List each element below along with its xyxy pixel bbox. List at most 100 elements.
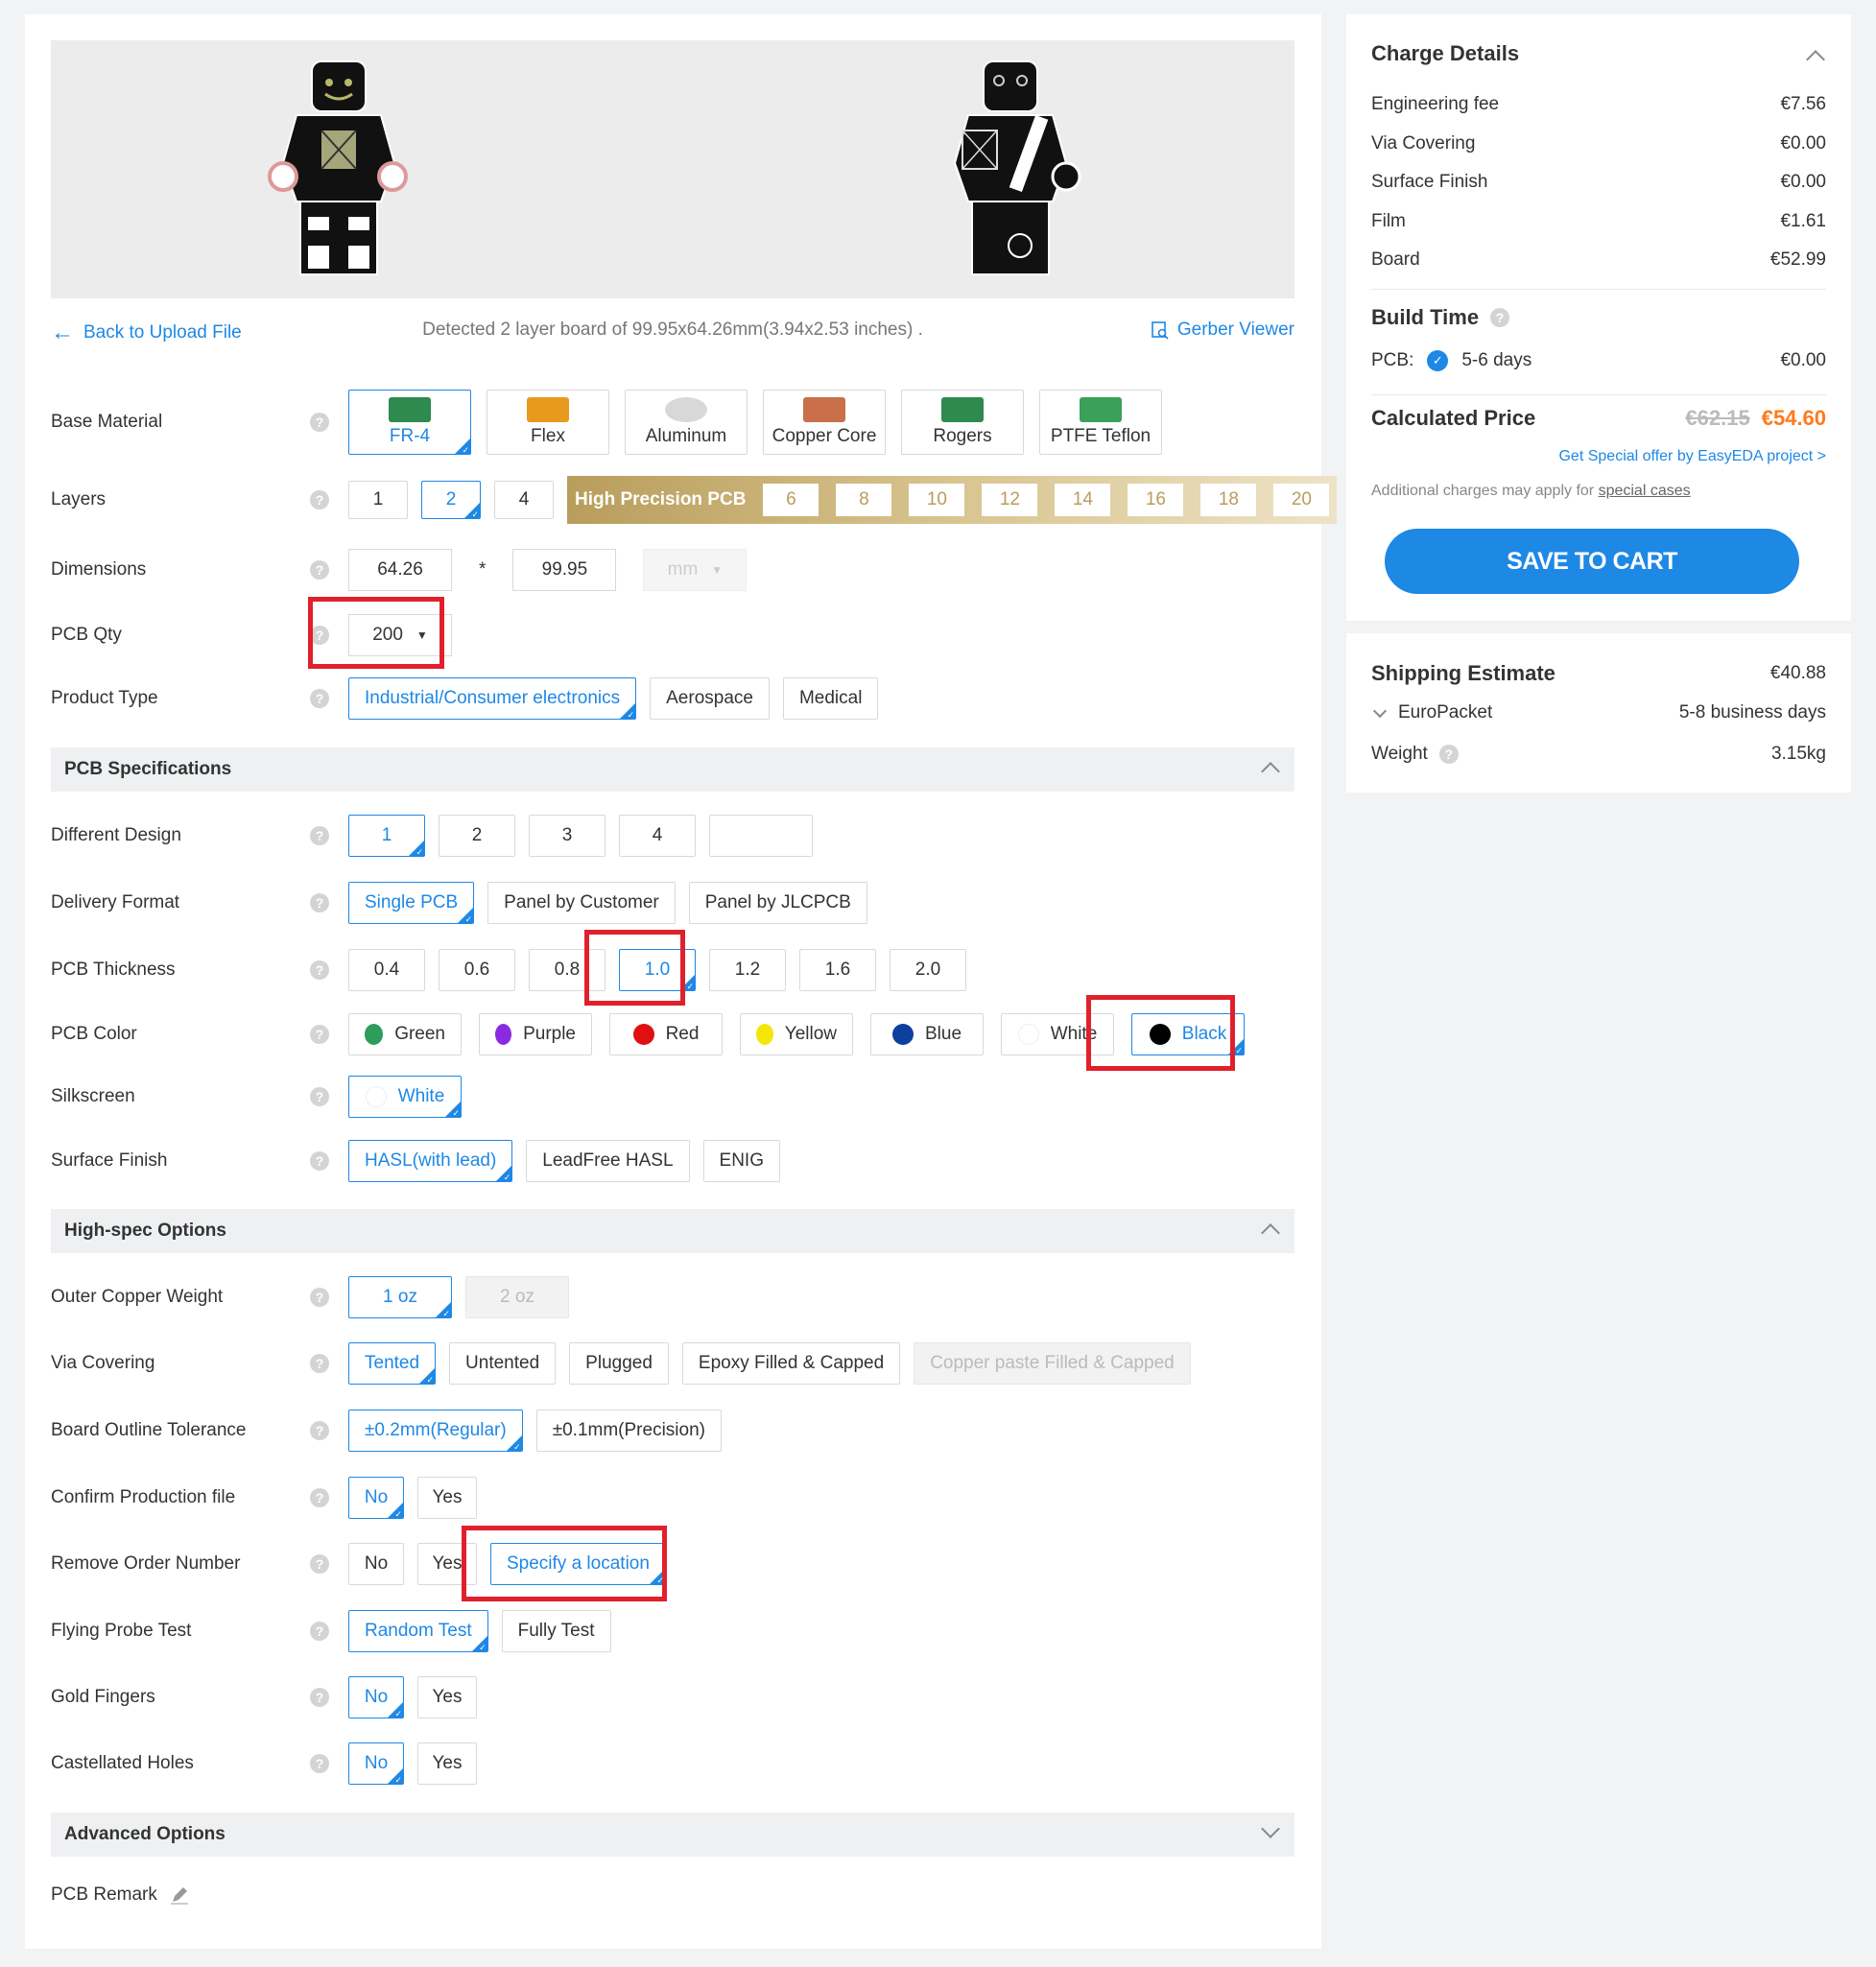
unit-select[interactable]: mm ▼ xyxy=(643,549,748,591)
thickness-0-8[interactable]: 0.8 xyxy=(529,949,606,991)
help-icon[interactable]: ? xyxy=(1490,308,1510,327)
help-icon[interactable]: ? xyxy=(310,960,329,980)
help-icon[interactable]: ? xyxy=(310,1488,329,1507)
help-icon[interactable]: ? xyxy=(310,1688,329,1707)
design-option-3[interactable]: 3 xyxy=(529,815,606,857)
color-yellow[interactable]: Yellow xyxy=(740,1013,853,1055)
thickness-0-4[interactable]: 0.4 xyxy=(348,949,425,991)
help-icon[interactable]: ? xyxy=(310,1554,329,1574)
silkscreen-white[interactable]: White xyxy=(348,1076,462,1119)
gold-fingers-yes[interactable]: Yes xyxy=(417,1676,477,1718)
layers-option-12[interactable]: 12 xyxy=(982,484,1038,516)
gerber-viewer-link[interactable]: Gerber Viewer xyxy=(1151,320,1294,341)
remove-order-specify-location[interactable]: Specify a location xyxy=(490,1543,666,1586)
probe-fully-test[interactable]: Fully Test xyxy=(501,1610,611,1652)
save-to-cart-button[interactable]: SAVE TO CART xyxy=(1385,529,1799,594)
help-icon[interactable]: ? xyxy=(310,826,329,845)
help-icon[interactable]: ? xyxy=(310,1025,329,1044)
delivery-panel-by-customer[interactable]: Panel by Customer xyxy=(487,882,676,924)
design-custom-input[interactable] xyxy=(709,815,813,857)
layers-option-14[interactable]: 14 xyxy=(1055,484,1111,516)
help-icon[interactable]: ? xyxy=(310,1754,329,1773)
help-icon[interactable]: ? xyxy=(310,413,329,432)
help-icon[interactable]: ? xyxy=(310,560,329,580)
material-option-ptfe[interactable]: PTFE Teflon xyxy=(1039,390,1162,455)
finish-leadfree-hasl[interactable]: LeadFree HASL xyxy=(526,1140,690,1182)
material-option-fr4[interactable]: FR-4 xyxy=(348,390,471,456)
material-option-flex[interactable]: Flex xyxy=(487,390,609,455)
layers-option-8[interactable]: 8 xyxy=(836,484,892,516)
delivery-single-pcb[interactable]: Single PCB xyxy=(348,882,475,925)
castellated-yes[interactable]: Yes xyxy=(417,1742,477,1785)
material-option-aluminum[interactable]: Aluminum xyxy=(625,390,748,455)
thickness-0-6[interactable]: 0.6 xyxy=(439,949,515,991)
design-option-1[interactable]: 1 xyxy=(348,815,425,858)
layers-option-4[interactable]: 4 xyxy=(494,481,554,519)
layers-option-18[interactable]: 18 xyxy=(1200,484,1257,516)
pencil-icon[interactable] xyxy=(169,1884,190,1906)
delivery-panel-by-jlcpcb[interactable]: Panel by JLCPCB xyxy=(688,882,867,924)
finish-enig[interactable]: ENIG xyxy=(702,1140,780,1182)
via-tented[interactable]: Tented xyxy=(348,1342,437,1386)
product-type-aerospace[interactable]: Aerospace xyxy=(650,677,770,720)
help-icon[interactable]: ? xyxy=(310,1354,329,1373)
help-icon[interactable]: ? xyxy=(310,1421,329,1440)
confirm-yes[interactable]: Yes xyxy=(417,1477,477,1519)
remove-order-yes[interactable]: Yes xyxy=(417,1543,477,1585)
color-purple[interactable]: Purple xyxy=(479,1013,592,1055)
special-offer-link[interactable]: Get Special offer by EasyEDA project > xyxy=(1371,448,1826,465)
castellated-no[interactable]: No xyxy=(348,1742,404,1786)
help-icon[interactable]: ? xyxy=(310,1087,329,1106)
thickness-1-2[interactable]: 1.2 xyxy=(709,949,786,991)
help-icon[interactable]: ? xyxy=(1438,745,1459,764)
tolerance-regular[interactable]: ±0.2mm(Regular) xyxy=(348,1410,523,1453)
shipping-method-row[interactable]: EuroPacket 5-8 business days xyxy=(1371,702,1826,723)
product-type-industrial[interactable]: Industrial/Consumer electronics xyxy=(348,677,637,721)
color-blue[interactable]: Blue xyxy=(870,1013,984,1055)
pcb-specifications-header[interactable]: PCB Specifications xyxy=(51,747,1294,792)
layers-option-16[interactable]: 16 xyxy=(1128,484,1184,516)
via-plugged[interactable]: Plugged xyxy=(569,1342,669,1385)
help-icon[interactable]: ? xyxy=(310,893,329,912)
high-spec-options-header[interactable]: High-spec Options xyxy=(51,1209,1294,1253)
color-white[interactable]: White xyxy=(1001,1013,1114,1055)
material-option-copper-core[interactable]: Copper Core xyxy=(763,390,886,455)
material-option-rogers[interactable]: Rogers xyxy=(901,390,1024,455)
color-green[interactable]: Green xyxy=(348,1013,462,1055)
layers-option-10[interactable]: 10 xyxy=(909,484,965,516)
probe-random-test[interactable]: Random Test xyxy=(348,1610,488,1653)
gold-fingers-no[interactable]: No xyxy=(348,1676,404,1719)
layers-option-1[interactable]: 1 xyxy=(348,481,408,519)
finish-hasl-lead[interactable]: HASL(with lead) xyxy=(348,1140,513,1183)
copper-1oz[interactable]: 1 oz xyxy=(348,1276,452,1319)
color-black[interactable]: Black xyxy=(1131,1013,1245,1056)
design-option-4[interactable]: 4 xyxy=(619,815,696,857)
layers-option-6[interactable]: 6 xyxy=(763,484,819,516)
dimension-width-input[interactable]: 64.26 xyxy=(348,549,452,591)
advanced-options-header[interactable]: Advanced Options xyxy=(51,1813,1294,1857)
help-icon[interactable]: ? xyxy=(310,689,329,708)
confirm-no[interactable]: No xyxy=(348,1477,404,1520)
color-red[interactable]: Red xyxy=(609,1013,723,1055)
help-icon[interactable]: ? xyxy=(310,490,329,510)
pcb-qty-select[interactable]: 200 ▼ xyxy=(348,614,452,656)
remove-order-no[interactable]: No xyxy=(348,1543,404,1585)
layers-option-20[interactable]: 20 xyxy=(1273,484,1330,516)
help-icon[interactable]: ? xyxy=(310,1288,329,1307)
help-icon[interactable]: ? xyxy=(310,626,329,645)
tolerance-precision[interactable]: ±0.1mm(Precision) xyxy=(535,1410,722,1452)
thickness-1-6[interactable]: 1.6 xyxy=(799,949,876,991)
help-icon[interactable]: ? xyxy=(310,1622,329,1641)
radio-checked-icon[interactable]: ✓ xyxy=(1427,350,1449,371)
dimension-height-input[interactable]: 99.95 xyxy=(512,549,617,591)
via-copper-paste-filled[interactable]: Copper paste Filled & Capped xyxy=(914,1342,1191,1385)
thickness-2-0[interactable]: 2.0 xyxy=(890,949,966,991)
help-icon[interactable]: ? xyxy=(310,1151,329,1171)
special-cases-link[interactable]: special cases xyxy=(1599,483,1691,499)
copper-2oz[interactable]: 2 oz xyxy=(465,1276,569,1318)
via-epoxy-filled[interactable]: Epoxy Filled & Capped xyxy=(681,1342,901,1385)
design-option-2[interactable]: 2 xyxy=(439,815,515,857)
product-type-medical[interactable]: Medical xyxy=(782,677,879,720)
via-untented[interactable]: Untented xyxy=(449,1342,557,1385)
thickness-1-0[interactable]: 1.0 xyxy=(619,949,696,992)
